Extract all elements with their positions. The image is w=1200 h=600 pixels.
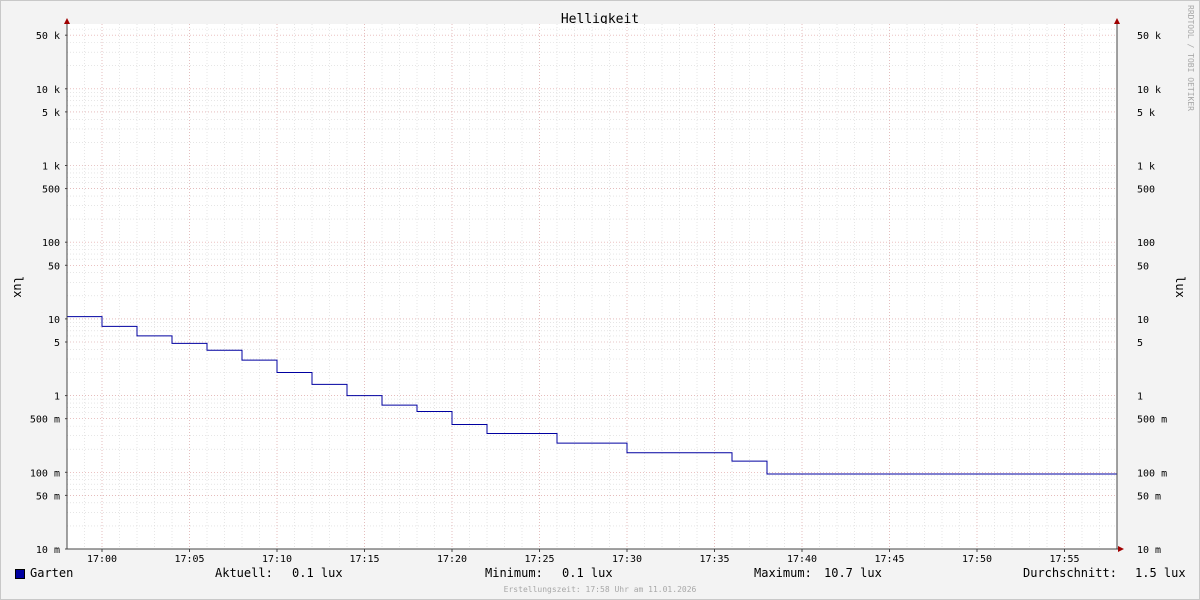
current-value: 0.1 lux [292,566,343,580]
max-label: Maximum: [754,566,812,580]
legend: Garten Aktuell: 0.1 lux Minimum: 0.1 lux… [0,566,1200,586]
y-axis-arrow-left [64,18,70,24]
x-tick-label: 17:35 [699,554,729,565]
y-axis-label-left: lux [11,276,25,298]
y-tick-label-right: 100 [1137,238,1155,249]
x-tick-label: 17:15 [349,554,379,565]
y-tick-label-left: 1 [54,392,60,403]
creation-time: Erstellungszeit: 17:58 Uhr am 11.01.2026 [503,585,697,594]
y-tick-label-right: 50 [1137,261,1149,272]
avg-label: Durchschnitt: [1023,566,1117,580]
min-label: Minimum: [485,566,543,580]
y-tick-label-left: 100 m [30,468,60,479]
y-tick-label-right: 5 [1137,338,1143,349]
y-tick-label-right: 50 k [1137,31,1161,42]
x-axis-arrow [1118,546,1124,552]
x-tick-label: 17:40 [787,554,817,565]
watermark: RRDTOOL / TOBI OETIKER [1186,5,1195,111]
y-tick-label-right: 5 k [1137,108,1155,119]
legend-series-name: Garten [30,566,74,580]
y-tick-label-left: 100 [42,238,60,249]
y-tick-label-right: 500 [1137,185,1155,196]
y-tick-label-right: 500 m [1137,415,1167,426]
x-tick-label: 17:00 [87,554,117,565]
y-tick-label-left: 10 [48,315,60,326]
x-tick-label: 17:25 [524,554,554,565]
y-tick-label-right: 50 m [1137,491,1161,502]
y-tick-label-left: 50 m [36,491,60,502]
y-tick-label-right: 10 [1137,315,1149,326]
avg-value: 1.5 lux [1135,566,1186,580]
x-tick-label: 17:55 [1049,554,1079,565]
y-axis-label-right: lux [1173,276,1187,298]
y-tick-label-left: 5 k [42,108,60,119]
x-tick-label: 17:50 [962,554,992,565]
y-tick-label-left: 5 [54,338,60,349]
x-tick-label: 17:10 [262,554,292,565]
y-tick-label-left: 1 k [42,162,60,173]
y-tick-label-left: 50 [48,261,60,272]
min-value: 0.1 lux [562,566,613,580]
max-value: 10.7 lux [824,566,882,580]
y-tick-label-left: 500 [42,185,60,196]
x-tick-label: 17:20 [437,554,467,565]
y-tick-label-left: 500 m [30,415,60,426]
legend-swatch-garten [15,569,25,579]
y-tick-label-right: 10 k [1137,85,1161,96]
y-tick-label-right: 1 k [1137,162,1155,173]
current-label: Aktuell: [215,566,273,580]
y-tick-label-left: 10 m [36,545,60,556]
x-tick-label: 17:30 [612,554,642,565]
brightness-chart: Helligkeit RRDTOOL / TOBI OETIKER lux lu… [11,5,1195,565]
y-tick-label-left: 10 k [36,85,60,96]
y-tick-label-left: 50 k [36,31,60,42]
y-tick-label-right: 10 m [1137,545,1161,556]
y-tick-label-right: 1 [1137,392,1143,403]
x-tick-label: 17:05 [174,554,204,565]
y-tick-label-right: 100 m [1137,468,1167,479]
y-axis-arrow-right [1114,18,1120,24]
x-tick-label: 17:45 [874,554,904,565]
